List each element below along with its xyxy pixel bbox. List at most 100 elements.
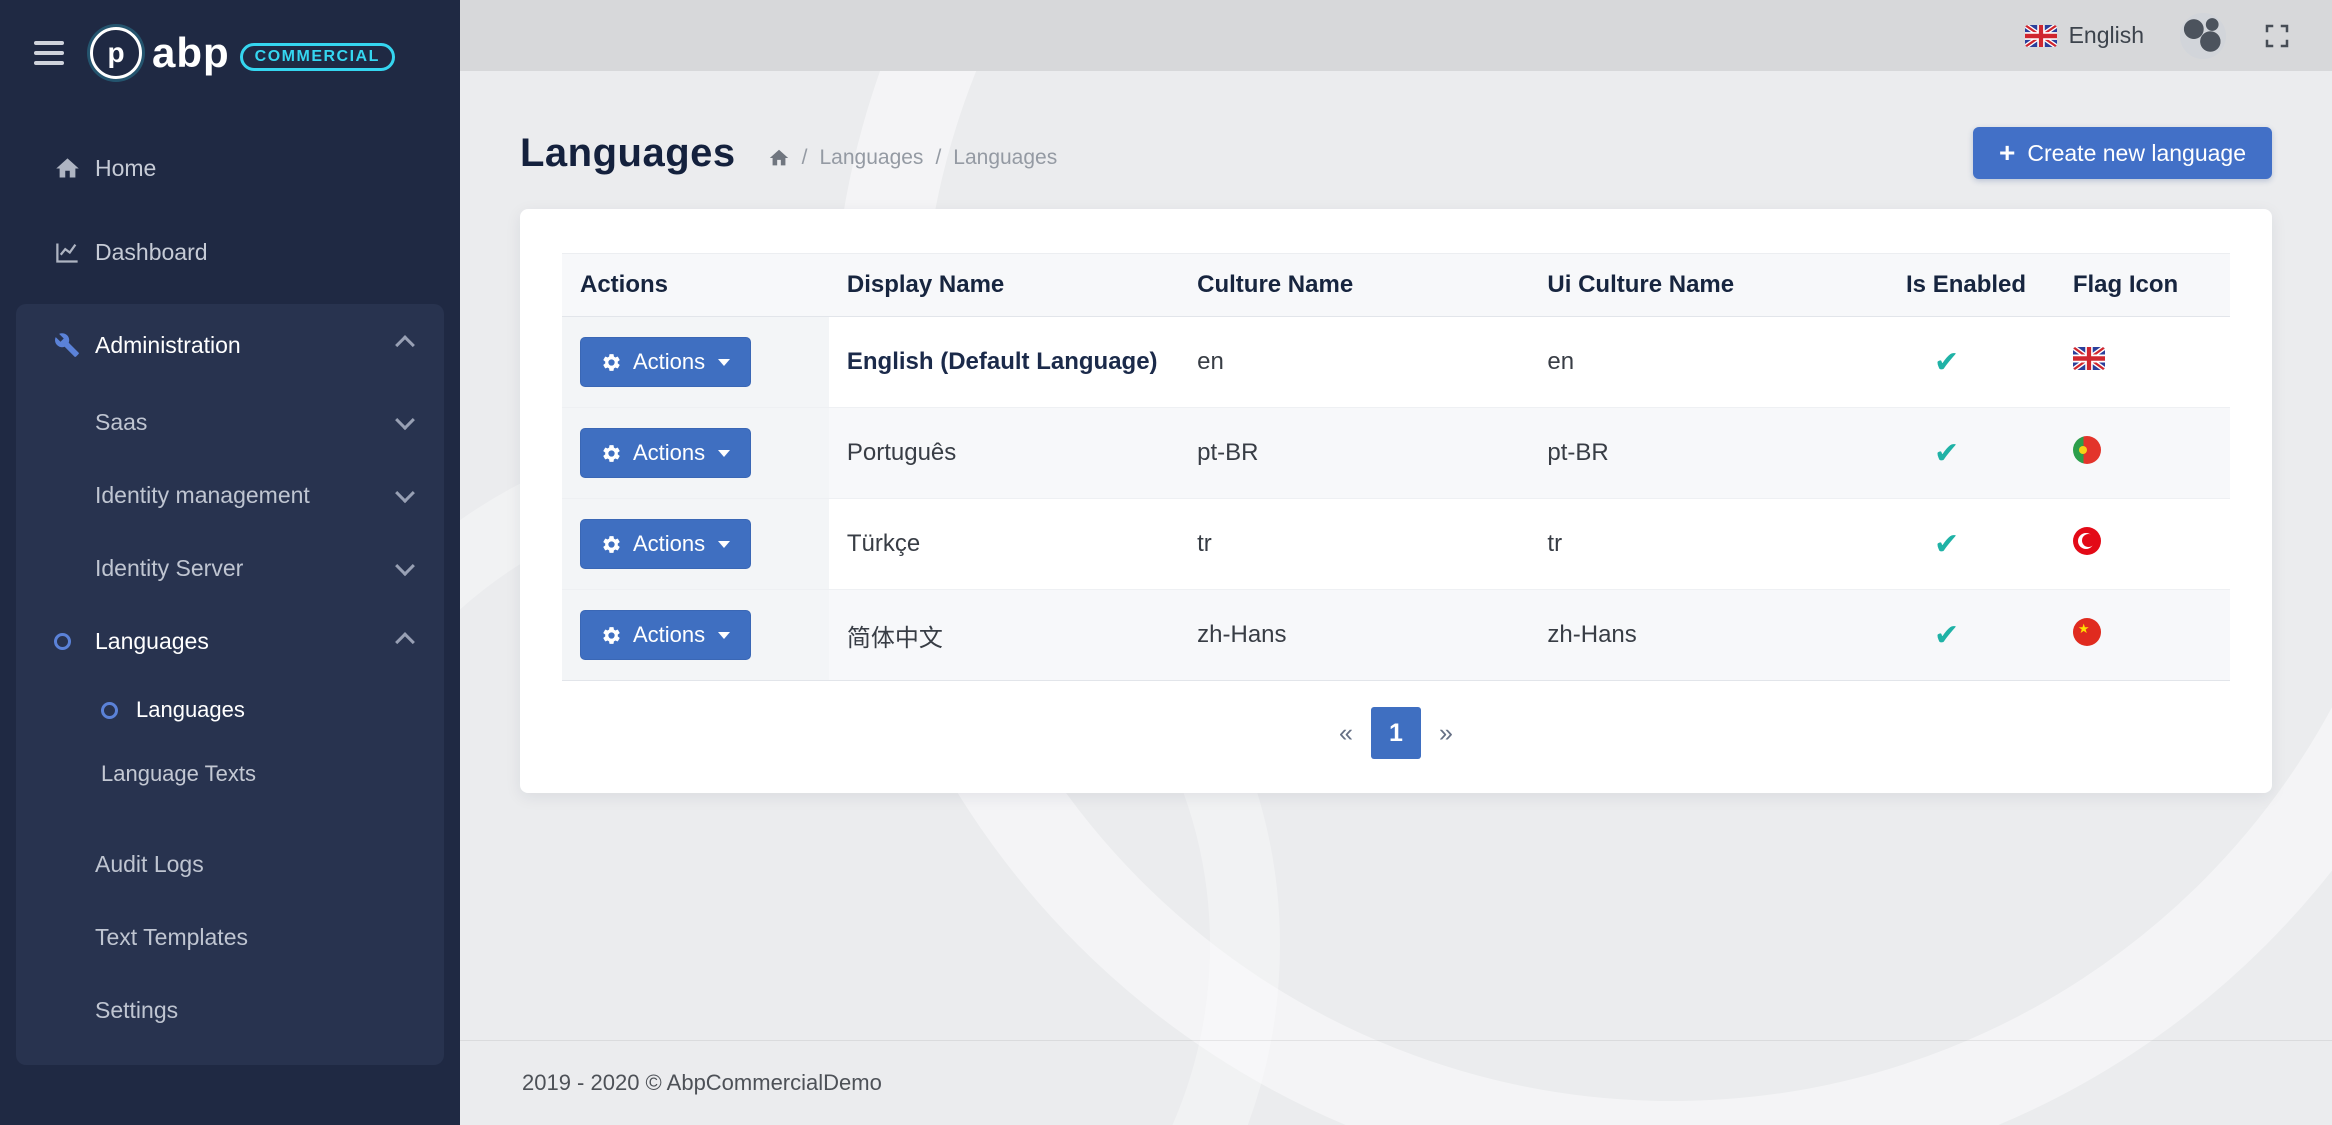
sidebar-item-saas[interactable]: Saas	[16, 386, 444, 459]
gear-icon	[601, 534, 622, 555]
footer: 2019 - 2020 © AbpCommercialDemo	[460, 1040, 2332, 1125]
culture-name: en	[1197, 348, 1224, 375]
actions-button-label: Actions	[633, 349, 705, 375]
actions-button-label: Actions	[633, 622, 705, 648]
page-header: Languages / Languages / Languages + Crea…	[520, 127, 2272, 179]
caret-down-icon	[718, 541, 730, 548]
breadcrumb: / Languages / Languages	[768, 146, 1058, 170]
brand-badge: COMMERCIAL	[240, 43, 395, 71]
sidebar-item-label: Language Texts	[101, 761, 256, 787]
culture-name: zh-Hans	[1197, 621, 1286, 648]
plus-icon: +	[1999, 139, 2015, 167]
sidebar: p abp COMMERCIAL Home Dashboard	[0, 0, 460, 1125]
actions-button-label: Actions	[633, 440, 705, 466]
copyright-text: 2019 - 2020 © AbpCommercialDemo	[522, 1070, 882, 1096]
gear-icon	[601, 352, 622, 373]
check-icon: ✔	[1906, 345, 1959, 380]
sidebar-item-languages[interactable]: Languages	[16, 678, 444, 742]
language-switcher[interactable]: English	[2025, 22, 2144, 49]
menu-toggle-icon[interactable]	[34, 41, 64, 65]
display-name: Português	[847, 439, 956, 466]
column-flag-icon: Flag Icon	[2055, 254, 2230, 317]
app-root: p abp COMMERCIAL Home Dashboard	[0, 0, 2332, 1125]
languages-table: Actions Display Name Culture Name Ui Cul…	[562, 253, 2230, 681]
breadcrumb-languages[interactable]: Languages	[820, 146, 924, 170]
culture-name: pt-BR	[1197, 439, 1258, 466]
caret-down-icon	[718, 359, 730, 366]
sidebar-item-identity-management[interactable]: Identity management	[16, 459, 444, 532]
pagination-prev[interactable]: «	[1321, 707, 1371, 759]
column-is-enabled: Is Enabled	[1888, 254, 2055, 317]
sidebar-item-settings[interactable]: Settings	[16, 974, 444, 1047]
sidebar-item-dashboard[interactable]: Dashboard	[0, 210, 460, 294]
portugal-flag-icon	[2073, 436, 2101, 464]
bullet-ring-icon	[101, 702, 118, 719]
actions-button[interactable]: Actions	[580, 428, 751, 478]
ui-culture-name: pt-BR	[1547, 439, 1608, 466]
column-actions: Actions	[562, 254, 829, 317]
check-icon: ✔	[1906, 618, 1959, 653]
page-title: Languages	[520, 131, 736, 176]
actions-button[interactable]: Actions	[580, 519, 751, 569]
column-ui-culture-name: Ui Culture Name	[1529, 254, 1888, 317]
main-content: Languages / Languages / Languages + Crea…	[460, 71, 2332, 1125]
actions-button[interactable]: Actions	[580, 610, 751, 660]
check-icon: ✔	[1906, 527, 1959, 562]
sidebar-item-label: Home	[95, 155, 156, 182]
column-culture-name: Culture Name	[1179, 254, 1529, 317]
pagination-page-1[interactable]: 1	[1371, 707, 1421, 759]
caret-down-icon	[718, 450, 730, 457]
sidebar-item-label: Settings	[95, 997, 178, 1024]
column-display-name: Display Name	[829, 254, 1179, 317]
table-row: Actions Türkçe tr tr ✔	[562, 499, 2230, 590]
sidebar-item-label: Identity management	[95, 482, 310, 509]
gear-icon	[601, 625, 622, 646]
sidebar-item-label: Identity Server	[95, 555, 243, 582]
sidebar-item-label: Administration	[95, 332, 241, 359]
actions-button[interactable]: Actions	[580, 337, 751, 387]
breadcrumb-separator: /	[802, 146, 808, 170]
sidebar-item-languages-group[interactable]: Languages	[16, 605, 444, 678]
table-header-row: Actions Display Name Culture Name Ui Cul…	[562, 254, 2230, 317]
user-avatar[interactable]	[2180, 13, 2226, 59]
sidebar-item-identity-server[interactable]: Identity Server	[16, 532, 444, 605]
breadcrumb-languages-2[interactable]: Languages	[953, 146, 1057, 170]
table-row: Actions Português pt-BR pt-BR ✔	[562, 408, 2230, 499]
check-icon: ✔	[1906, 436, 1959, 471]
brand-logo[interactable]: p abp COMMERCIAL	[90, 27, 395, 79]
breadcrumb-home-icon[interactable]	[768, 147, 790, 169]
sidebar-item-label: Languages	[136, 697, 245, 723]
uk-flag-icon	[2073, 347, 2105, 370]
chevron-up-icon	[395, 632, 415, 652]
sidebar-item-label: Languages	[95, 628, 209, 655]
sidebar-item-label: Text Templates	[95, 924, 248, 951]
language-label: English	[2069, 22, 2144, 49]
chevron-down-icon	[395, 483, 415, 503]
ui-culture-name: tr	[1547, 530, 1562, 557]
star-icon: ★	[2078, 621, 2090, 637]
chevron-down-icon	[395, 410, 415, 430]
administration-panel: Administration Saas Identity management …	[16, 304, 444, 1065]
dot-ring-icon	[54, 633, 95, 650]
fullscreen-icon[interactable]	[2262, 21, 2292, 51]
display-name: Türkçe	[847, 530, 920, 557]
culture-name: tr	[1197, 530, 1212, 557]
caret-down-icon	[718, 632, 730, 639]
pagination-next[interactable]: »	[1421, 707, 1471, 759]
chevron-up-icon	[395, 335, 415, 355]
sidebar-item-label: Saas	[95, 409, 147, 436]
uk-flag-icon	[2025, 25, 2057, 47]
sidebar-item-label: Dashboard	[95, 239, 208, 266]
ui-culture-name: zh-Hans	[1547, 621, 1636, 648]
sidebar-item-text-templates[interactable]: Text Templates	[16, 901, 444, 974]
create-new-language-button[interactable]: + Create new language	[1973, 127, 2272, 179]
home-icon	[54, 155, 95, 182]
sidebar-item-home[interactable]: Home	[0, 126, 460, 210]
sidebar-item-administration[interactable]: Administration	[16, 304, 444, 386]
wrench-icon	[54, 332, 95, 358]
sidebar-item-audit-logs[interactable]: Audit Logs	[16, 828, 444, 901]
gear-icon	[601, 443, 622, 464]
ui-culture-name: en	[1547, 348, 1574, 375]
sidebar-item-language-texts[interactable]: Language Texts	[16, 742, 444, 806]
logo-row: p abp COMMERCIAL	[0, 0, 460, 106]
